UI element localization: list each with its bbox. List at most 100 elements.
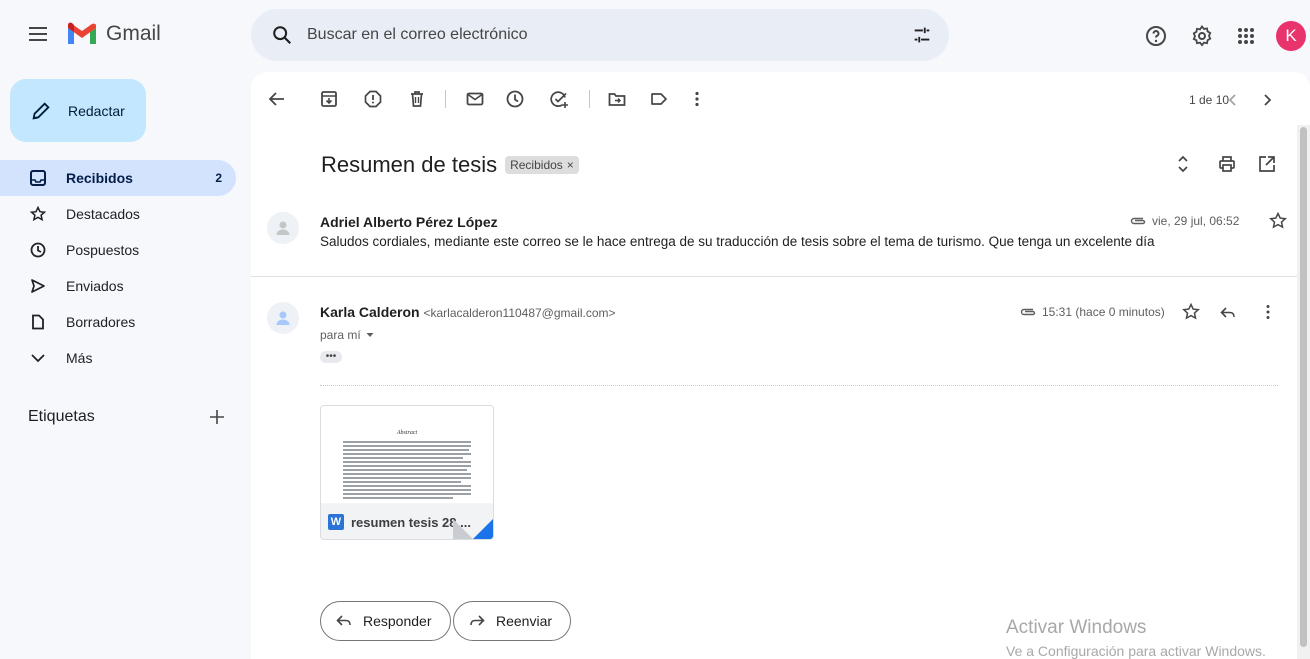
preview-text-line bbox=[343, 453, 471, 455]
more-options-icon[interactable] bbox=[687, 89, 707, 109]
star-toggle-icon[interactable] bbox=[1269, 212, 1287, 230]
add-label-icon[interactable] bbox=[208, 408, 226, 426]
sidebar-item-label: Recibidos bbox=[66, 170, 133, 186]
toolbar-divider bbox=[589, 90, 590, 108]
sidebar-item-label: Destacados bbox=[66, 206, 140, 222]
preview-text-line bbox=[343, 485, 471, 487]
settings-gear-icon[interactable] bbox=[1190, 24, 1214, 48]
gmail-m-icon bbox=[68, 22, 96, 44]
message-divider bbox=[251, 276, 1297, 277]
account-avatar[interactable]: K bbox=[1276, 21, 1306, 51]
thread-subject: Resumen de tesis Recibidos × bbox=[321, 152, 579, 178]
newer-chevron-icon[interactable] bbox=[1223, 90, 1243, 110]
back-arrow-icon[interactable] bbox=[267, 89, 287, 109]
show-trimmed-content-button[interactable]: ••• bbox=[320, 351, 342, 363]
inbox-label-chip: Recibidos × bbox=[505, 156, 579, 174]
sidebar-item-more[interactable]: Más bbox=[0, 340, 236, 376]
scrollbar[interactable] bbox=[1297, 125, 1310, 659]
recipients-toggle[interactable]: para mí bbox=[320, 328, 375, 342]
app-name: Gmail bbox=[106, 22, 161, 45]
preview-text-line bbox=[343, 461, 471, 463]
reply-icon bbox=[336, 615, 351, 626]
forward-button[interactable]: Reenviar bbox=[453, 601, 572, 641]
star-toggle-icon[interactable] bbox=[1182, 303, 1200, 321]
labels-heading: Etiquetas bbox=[28, 408, 95, 425]
sidebar-item-sent[interactable]: Enviados bbox=[0, 268, 236, 304]
message-panel: 1 de 10 Resumen de tesis Recibidos × Adr… bbox=[251, 72, 1310, 659]
star-icon bbox=[30, 206, 46, 222]
sender-line: Karla Calderon <karlacalderon110487@gmai… bbox=[320, 304, 616, 320]
remove-label-icon[interactable]: × bbox=[567, 158, 574, 172]
mark-unread-icon[interactable] bbox=[465, 89, 485, 109]
sender-name: Adriel Alberto Pérez López bbox=[320, 214, 498, 230]
sidebar-item-snoozed[interactable]: Pospuestos bbox=[0, 232, 236, 268]
page-fold-icon bbox=[453, 519, 473, 539]
preview-text-line bbox=[343, 441, 471, 443]
attachments-separator bbox=[320, 385, 1278, 386]
compose-label: Redactar bbox=[68, 102, 125, 119]
older-chevron-icon[interactable] bbox=[1257, 90, 1277, 110]
pencil-icon bbox=[32, 101, 50, 120]
file-type-corner bbox=[473, 519, 493, 539]
snooze-clock-icon[interactable] bbox=[505, 89, 525, 109]
archive-icon[interactable] bbox=[319, 89, 339, 109]
search-icon[interactable] bbox=[271, 24, 293, 46]
sidebar-item-label: Enviados bbox=[66, 278, 124, 294]
attachment-icon bbox=[1020, 308, 1036, 316]
sidebar-item-label: Borradores bbox=[66, 314, 136, 330]
message-more-icon[interactable] bbox=[1259, 303, 1277, 321]
message-date: vie, 29 jul, 06:52 bbox=[1152, 214, 1240, 228]
message-snippet: Saludos cordiales, mediante este correo … bbox=[320, 234, 1155, 249]
open-new-window-icon[interactable] bbox=[1257, 154, 1277, 174]
word-document-icon: W bbox=[328, 514, 344, 530]
preview-text-line bbox=[343, 473, 471, 475]
preview-text-line bbox=[343, 445, 471, 447]
top-bar: Gmail K bbox=[0, 0, 1310, 72]
forward-icon bbox=[470, 615, 485, 626]
add-task-icon[interactable] bbox=[549, 89, 569, 109]
message-collapsed[interactable]: Adriel Alberto Pérez López Saludos cordi… bbox=[267, 212, 1287, 272]
move-to-folder-icon[interactable] bbox=[607, 89, 627, 109]
sidebar-nav: Recibidos 2 Destacados Pospuestos Enviad… bbox=[0, 160, 236, 376]
sender-avatar bbox=[267, 212, 299, 244]
attachment-card[interactable]: Abstract W resumen tesis 28.... bbox=[320, 405, 494, 540]
compose-button[interactable]: Redactar bbox=[10, 79, 146, 142]
sidebar-item-label: Pospuestos bbox=[66, 242, 140, 258]
scrollbar-thumb[interactable] bbox=[1300, 127, 1307, 647]
print-icon[interactable] bbox=[1217, 154, 1237, 174]
message-date: 15:31 (hace 0 minutos) bbox=[1042, 305, 1165, 319]
person-icon bbox=[276, 311, 290, 325]
sender-name: Karla Calderon bbox=[320, 304, 420, 320]
forward-label: Reenviar bbox=[496, 613, 553, 629]
label-tag-icon[interactable] bbox=[649, 89, 669, 109]
apps-grid-icon[interactable] bbox=[1234, 24, 1258, 48]
person-icon bbox=[276, 221, 290, 235]
chevron-down-icon bbox=[30, 350, 46, 366]
label-chip-text: Recibidos bbox=[510, 158, 563, 172]
report-spam-icon[interactable] bbox=[363, 89, 383, 109]
sender-avatar bbox=[267, 302, 299, 334]
unread-count-badge: 2 bbox=[215, 171, 222, 185]
windows-activation-title: Activar Windows bbox=[1006, 617, 1147, 638]
toolbar-divider bbox=[445, 90, 446, 108]
expand-all-icon[interactable] bbox=[1173, 154, 1193, 174]
inbox-icon bbox=[30, 170, 46, 186]
delete-trash-icon[interactable] bbox=[407, 89, 427, 109]
sidebar-item-inbox[interactable]: Recibidos 2 bbox=[0, 160, 236, 196]
preview-text-line bbox=[343, 457, 463, 459]
search-bar bbox=[251, 9, 949, 61]
attachment-icon bbox=[1130, 217, 1146, 225]
search-input[interactable] bbox=[307, 21, 867, 49]
preview-title: Abstract bbox=[396, 430, 418, 436]
search-options-icon[interactable] bbox=[911, 24, 933, 46]
help-icon[interactable] bbox=[1144, 24, 1168, 48]
sidebar-item-drafts[interactable]: Borradores bbox=[0, 304, 236, 340]
gmail-logo[interactable]: Gmail bbox=[66, 22, 161, 46]
main-menu-icon[interactable] bbox=[26, 22, 50, 46]
reply-icon[interactable] bbox=[1219, 304, 1237, 322]
windows-activation-subtitle: Ve a Configuración para activar Windows. bbox=[1006, 643, 1266, 659]
preview-text-line bbox=[343, 469, 467, 471]
sidebar-item-starred[interactable]: Destacados bbox=[0, 196, 236, 232]
reply-button[interactable]: Responder bbox=[320, 601, 451, 641]
preview-text-line bbox=[343, 477, 471, 479]
